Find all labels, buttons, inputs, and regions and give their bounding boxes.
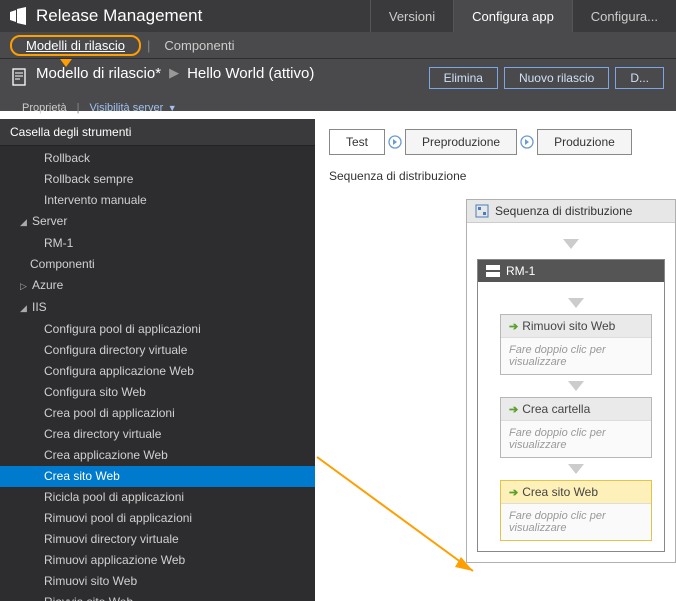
toolbox-tree: RollbackRollback sempreIntervento manual… (0, 146, 315, 601)
chevron-down-icon: ▼ (165, 103, 176, 113)
server-box[interactable]: RM-1 ➔Rimuovi sito WebFare doppio clic p… (477, 259, 665, 552)
more-button[interactable]: D... (615, 67, 664, 89)
tree-item[interactable]: Crea pool di applicazioni (0, 403, 315, 424)
top-tabs: Versioni Configura app Configura... (370, 0, 676, 32)
document-icon (12, 68, 30, 86)
annotation-pointer-icon (60, 59, 72, 67)
tab-configura-app[interactable]: Configura app (453, 0, 572, 32)
tree-item[interactable]: Ricicla pool di applicazioni (0, 487, 315, 508)
action-arrow-icon: ➔ (509, 320, 518, 333)
action-box[interactable]: ➔Crea sito WebFare doppio clic per visua… (500, 480, 652, 541)
new-release-button[interactable]: Nuovo rilascio (504, 67, 609, 89)
tree-item[interactable]: Intervento manuale (0, 190, 315, 211)
tree-item[interactable]: Crea sito Web (0, 466, 315, 487)
tab-configura[interactable]: Configura... (572, 0, 676, 32)
tree-item[interactable]: Rimuovi applicazione Web (0, 550, 315, 571)
action-arrow-icon: ➔ (509, 486, 518, 499)
breadcrumb-arrow-icon: ▶ (169, 65, 179, 81)
tree-item[interactable]: Configura pool di applicazioni (0, 319, 315, 340)
tree-item[interactable]: Rollback (0, 148, 315, 169)
sequence-label: Sequenza di distribuzione (315, 165, 676, 187)
app-title: Release Management (36, 6, 202, 26)
title-bar: Release Management Versioni Configura ap… (0, 0, 676, 32)
toolbox-title: Casella degli strumenti (0, 119, 315, 146)
tree-group[interactable]: ▷Azure (0, 275, 315, 297)
stage-arrow-icon (387, 134, 403, 150)
tree-item[interactable]: Rimuovi directory virtuale (0, 529, 315, 550)
server-icon (486, 265, 500, 277)
stage-test[interactable]: Test (329, 129, 385, 155)
action-box[interactable]: ➔Crea cartellaFare doppio clic per visua… (500, 397, 652, 458)
action-box[interactable]: ➔Rimuovi sito WebFare doppio clic per vi… (500, 314, 652, 375)
action-arrow-icon: ➔ (509, 403, 518, 416)
tree-item[interactable]: Crea directory virtuale (0, 424, 315, 445)
stage-arrow-icon (519, 134, 535, 150)
tree-group[interactable]: Componenti (0, 254, 315, 275)
flow-arrow-icon (500, 292, 652, 314)
stage-preprod[interactable]: Preproduzione (405, 129, 517, 155)
app-logo-icon (8, 6, 28, 26)
sub-nav: Modelli di rilascio | Componenti (0, 32, 676, 59)
tree-item[interactable]: RM-1 (0, 233, 315, 254)
tree-group[interactable]: ◢IIS (0, 297, 315, 319)
delete-button[interactable]: Elimina (429, 67, 498, 89)
subnav-componenti[interactable]: Componenti (156, 36, 242, 55)
stage-bar: Test Preproduzione Produzione (315, 119, 676, 165)
tree-group[interactable]: ◢Server (0, 211, 315, 233)
design-canvas: Test Preproduzione Produzione Sequenza d… (315, 119, 676, 601)
sequence-icon (475, 204, 489, 218)
tree-item[interactable]: Configura directory virtuale (0, 340, 315, 361)
flow-arrow-icon (500, 375, 652, 397)
sub-header: Proprietà | Visibilità server ▼ (22, 102, 177, 114)
tree-item[interactable]: Rollback sempre (0, 169, 315, 190)
toolbox-panel: Casella degli strumenti RollbackRollback… (0, 119, 315, 601)
properties-link[interactable]: Proprietà (22, 102, 67, 114)
tree-item[interactable]: Rimuovi sito Web (0, 571, 315, 592)
stage-prod[interactable]: Produzione (537, 129, 632, 155)
tree-item[interactable]: Crea applicazione Web (0, 445, 315, 466)
tree-item[interactable]: Configura applicazione Web (0, 361, 315, 382)
visibility-dropdown[interactable]: Visibilità server ▼ (90, 102, 177, 114)
tree-item[interactable]: Rimuovi pool di applicazioni (0, 508, 315, 529)
flow-arrow-icon (477, 233, 665, 255)
highlight-annotation: Modelli di rilascio (10, 35, 141, 56)
tree-item[interactable]: Configura sito Web (0, 382, 315, 403)
flow-diagram: Sequenza di distribuzione RM-1 ➔Rimuovi … (466, 199, 676, 601)
tab-versioni[interactable]: Versioni (370, 0, 453, 32)
breadcrumb-subtitle: Hello World (attivo) (187, 65, 314, 82)
subnav-modelli[interactable]: Modelli di rilascio (18, 36, 133, 55)
flow-arrow-icon (500, 458, 652, 480)
flow-container[interactable]: Sequenza di distribuzione RM-1 ➔Rimuovi … (466, 199, 676, 563)
tree-item[interactable]: Riavvia sito Web (0, 592, 315, 601)
breadcrumb-title: Modello di rilascio* (36, 65, 161, 82)
